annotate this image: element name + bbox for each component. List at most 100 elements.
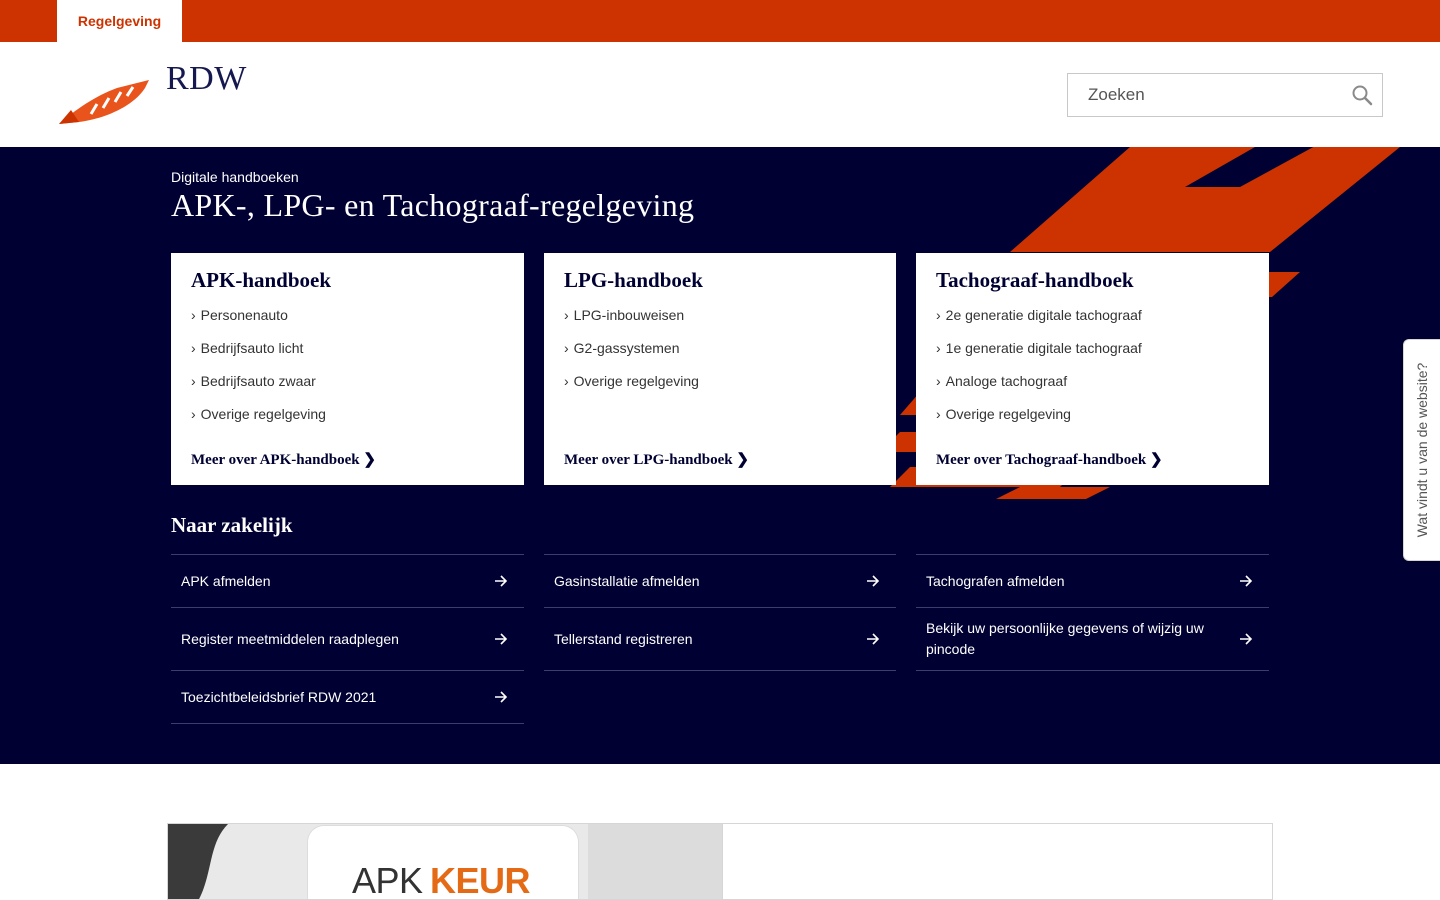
card-link[interactable]: › G2-gassystemen <box>564 340 680 356</box>
card-link[interactable]: › Overige regelgeving <box>936 406 1071 422</box>
card-link-label: Overige regelgeving <box>573 373 699 389</box>
link-label: Toezichtbeleidsbrief RDW 2021 <box>181 688 377 705</box>
chevron-right-icon: › <box>191 406 196 422</box>
search-icon <box>1352 85 1373 106</box>
link-label: Register meetmiddelen raadplegen <box>181 630 399 647</box>
divider <box>544 670 896 671</box>
arrow-right-icon <box>867 633 880 645</box>
list-item: › Overige regelgeving <box>564 373 876 406</box>
list-item: › Analoge tachograaf <box>936 373 1249 406</box>
chevron-right-icon: › <box>564 373 569 389</box>
sign-text-keur: KEUR <box>430 860 531 900</box>
chevron-right-icon: › <box>936 340 941 356</box>
feedback-label: Wat vindt u van de website? <box>1414 362 1430 538</box>
card-lpg-handboek: LPG-handboek › LPG-inbouweisen › G2-gassys… <box>544 253 896 485</box>
search-box <box>1067 73 1383 117</box>
list-item: › Overige regelgeving <box>191 406 504 439</box>
search-input[interactable] <box>1068 74 1338 116</box>
apk-keur-photo[interactable]: APK KEUR <box>168 824 722 900</box>
promo-text-panel <box>722 824 1272 899</box>
chevron-right-icon: › <box>936 307 941 323</box>
list-item: › LPG-inbouweisen <box>564 307 876 340</box>
link-column: Tachografen afmelden Bekijk uw persoonli… <box>916 554 1269 671</box>
link-column: Gasinstallatie afmelden Tellerstand regi… <box>544 554 896 671</box>
link-row[interactable]: Tellerstand registreren <box>544 607 896 670</box>
tab-regelgeving[interactable]: Regelgeving <box>57 0 182 42</box>
card-link-label: Analoge tachograaf <box>945 373 1068 389</box>
link-row[interactable]: Tachografen afmelden <box>916 554 1269 607</box>
card-link-label: Bedrijfsauto zwaar <box>200 373 316 389</box>
card-link[interactable]: › Overige regelgeving <box>564 373 699 389</box>
link-label: Tachografen afmelden <box>926 572 1065 589</box>
card-link[interactable]: › Personenauto <box>191 307 288 323</box>
rdw-logo[interactable]: RDW <box>57 60 247 126</box>
link-label: Gasinstallatie afmelden <box>554 572 700 589</box>
list-item: › Overige regelgeving <box>936 406 1249 439</box>
card-apk-handboek: APK-handboek › Personenauto › Bedrijfsauto… <box>171 253 524 485</box>
link-row[interactable]: Register meetmiddelen raadplegen <box>171 607 524 670</box>
card-title: LPG-handboek <box>564 268 703 292</box>
card-link-label: Personenauto <box>200 307 288 323</box>
card-link[interactable]: › 1e generatie digitale tachograaf <box>936 340 1142 356</box>
list-item: › Bedrijfsauto licht <box>191 340 504 373</box>
more-link[interactable]: Meer over LPG-handboek ❯ <box>564 450 749 469</box>
card-tachograaf-handboek: Tachograaf-handboek › 2e generatie digita… <box>916 253 1269 485</box>
sign-text-apk: APK <box>352 860 423 900</box>
section-title: Naar zakelijk <box>171 513 293 537</box>
apk-keur-sign: APK KEUR <box>308 826 578 900</box>
rdw-logo-icon <box>59 80 149 124</box>
more-link[interactable]: Meer over APK-handboek ❯ <box>191 450 376 469</box>
link-row[interactable]: Bekijk uw persoonlijke gegevens of wijzi… <box>916 607 1269 670</box>
card-link-label: Bedrijfsauto licht <box>200 340 304 356</box>
page-title: APK-, LPG- en Tachograaf-regelgeving <box>171 187 695 223</box>
arrow-right-icon <box>867 575 880 587</box>
divider <box>171 723 524 724</box>
chevron-right-icon: ❯ <box>363 452 376 468</box>
chevron-right-icon: ❯ <box>1150 452 1163 468</box>
card-link[interactable]: › Bedrijfsauto zwaar <box>191 373 316 389</box>
card-link-list: › 2e generatie digitale tachograaf › 1e ge… <box>936 307 1249 439</box>
more-link-label: Meer over APK-handboek <box>191 452 360 468</box>
chevron-right-icon: › <box>191 340 196 356</box>
card-link[interactable]: › Analoge tachograaf <box>936 373 1067 389</box>
link-row[interactable]: Gasinstallatie afmelden <box>544 554 896 607</box>
arrow-right-icon <box>495 575 508 587</box>
link-column: APK afmelden Register meetmiddelen raadp… <box>171 554 524 724</box>
card-link-label: 2e generatie digitale tachograaf <box>945 307 1142 323</box>
chevron-right-icon: › <box>191 373 196 389</box>
link-label: Tellerstand registreren <box>554 630 693 647</box>
arrow-right-icon <box>495 691 508 703</box>
link-label: APK afmelden <box>181 572 271 589</box>
feedback-tab[interactable]: Wat vindt u van de website? <box>1403 339 1440 561</box>
logo-text: RDW <box>166 60 247 97</box>
hero-section: Digitale handboeken APK-, LPG- en Tachog… <box>0 147 1440 764</box>
promo-block: APK KEUR <box>167 823 1273 900</box>
more-link-label: Meer over Tachograaf-handboek <box>936 452 1147 468</box>
card-link-label: G2-gassystemen <box>573 340 680 356</box>
more-link-label: Meer over LPG-handboek <box>564 452 733 468</box>
card-link-label: Overige regelgeving <box>200 406 326 422</box>
card-title: Tachograaf-handboek <box>936 268 1134 292</box>
divider <box>916 670 1269 671</box>
search-button[interactable] <box>1350 83 1374 107</box>
chevron-right-icon: › <box>564 340 569 356</box>
chevron-right-icon: ❯ <box>736 452 749 468</box>
link-row[interactable]: APK afmelden <box>171 554 524 607</box>
card-link[interactable]: › Bedrijfsauto licht <box>191 340 303 356</box>
card-link[interactable]: › 2e generatie digitale tachograaf <box>936 307 1142 323</box>
list-item: › 1e generatie digitale tachograaf <box>936 340 1249 373</box>
card-link[interactable]: › Overige regelgeving <box>191 406 326 422</box>
card-link-label: 1e generatie digitale tachograaf <box>945 340 1142 356</box>
list-item: › 2e generatie digitale tachograaf <box>936 307 1249 340</box>
more-link[interactable]: Meer over Tachograaf-handboek ❯ <box>936 450 1163 469</box>
kicker: Digitale handboeken <box>171 169 299 185</box>
arrow-right-icon <box>1240 633 1253 645</box>
card-link-label: LPG-inbouweisen <box>573 307 685 323</box>
list-item: › G2-gassystemen <box>564 340 876 373</box>
list-item: › Personenauto <box>191 307 504 340</box>
link-row[interactable]: Toezichtbeleidsbrief RDW 2021 <box>171 670 524 723</box>
list-item: › Bedrijfsauto zwaar <box>191 373 504 406</box>
site-header: RDW <box>0 42 1440 147</box>
card-link[interactable]: › LPG-inbouweisen <box>564 307 684 323</box>
top-bar: Regelgeving <box>0 0 1440 42</box>
